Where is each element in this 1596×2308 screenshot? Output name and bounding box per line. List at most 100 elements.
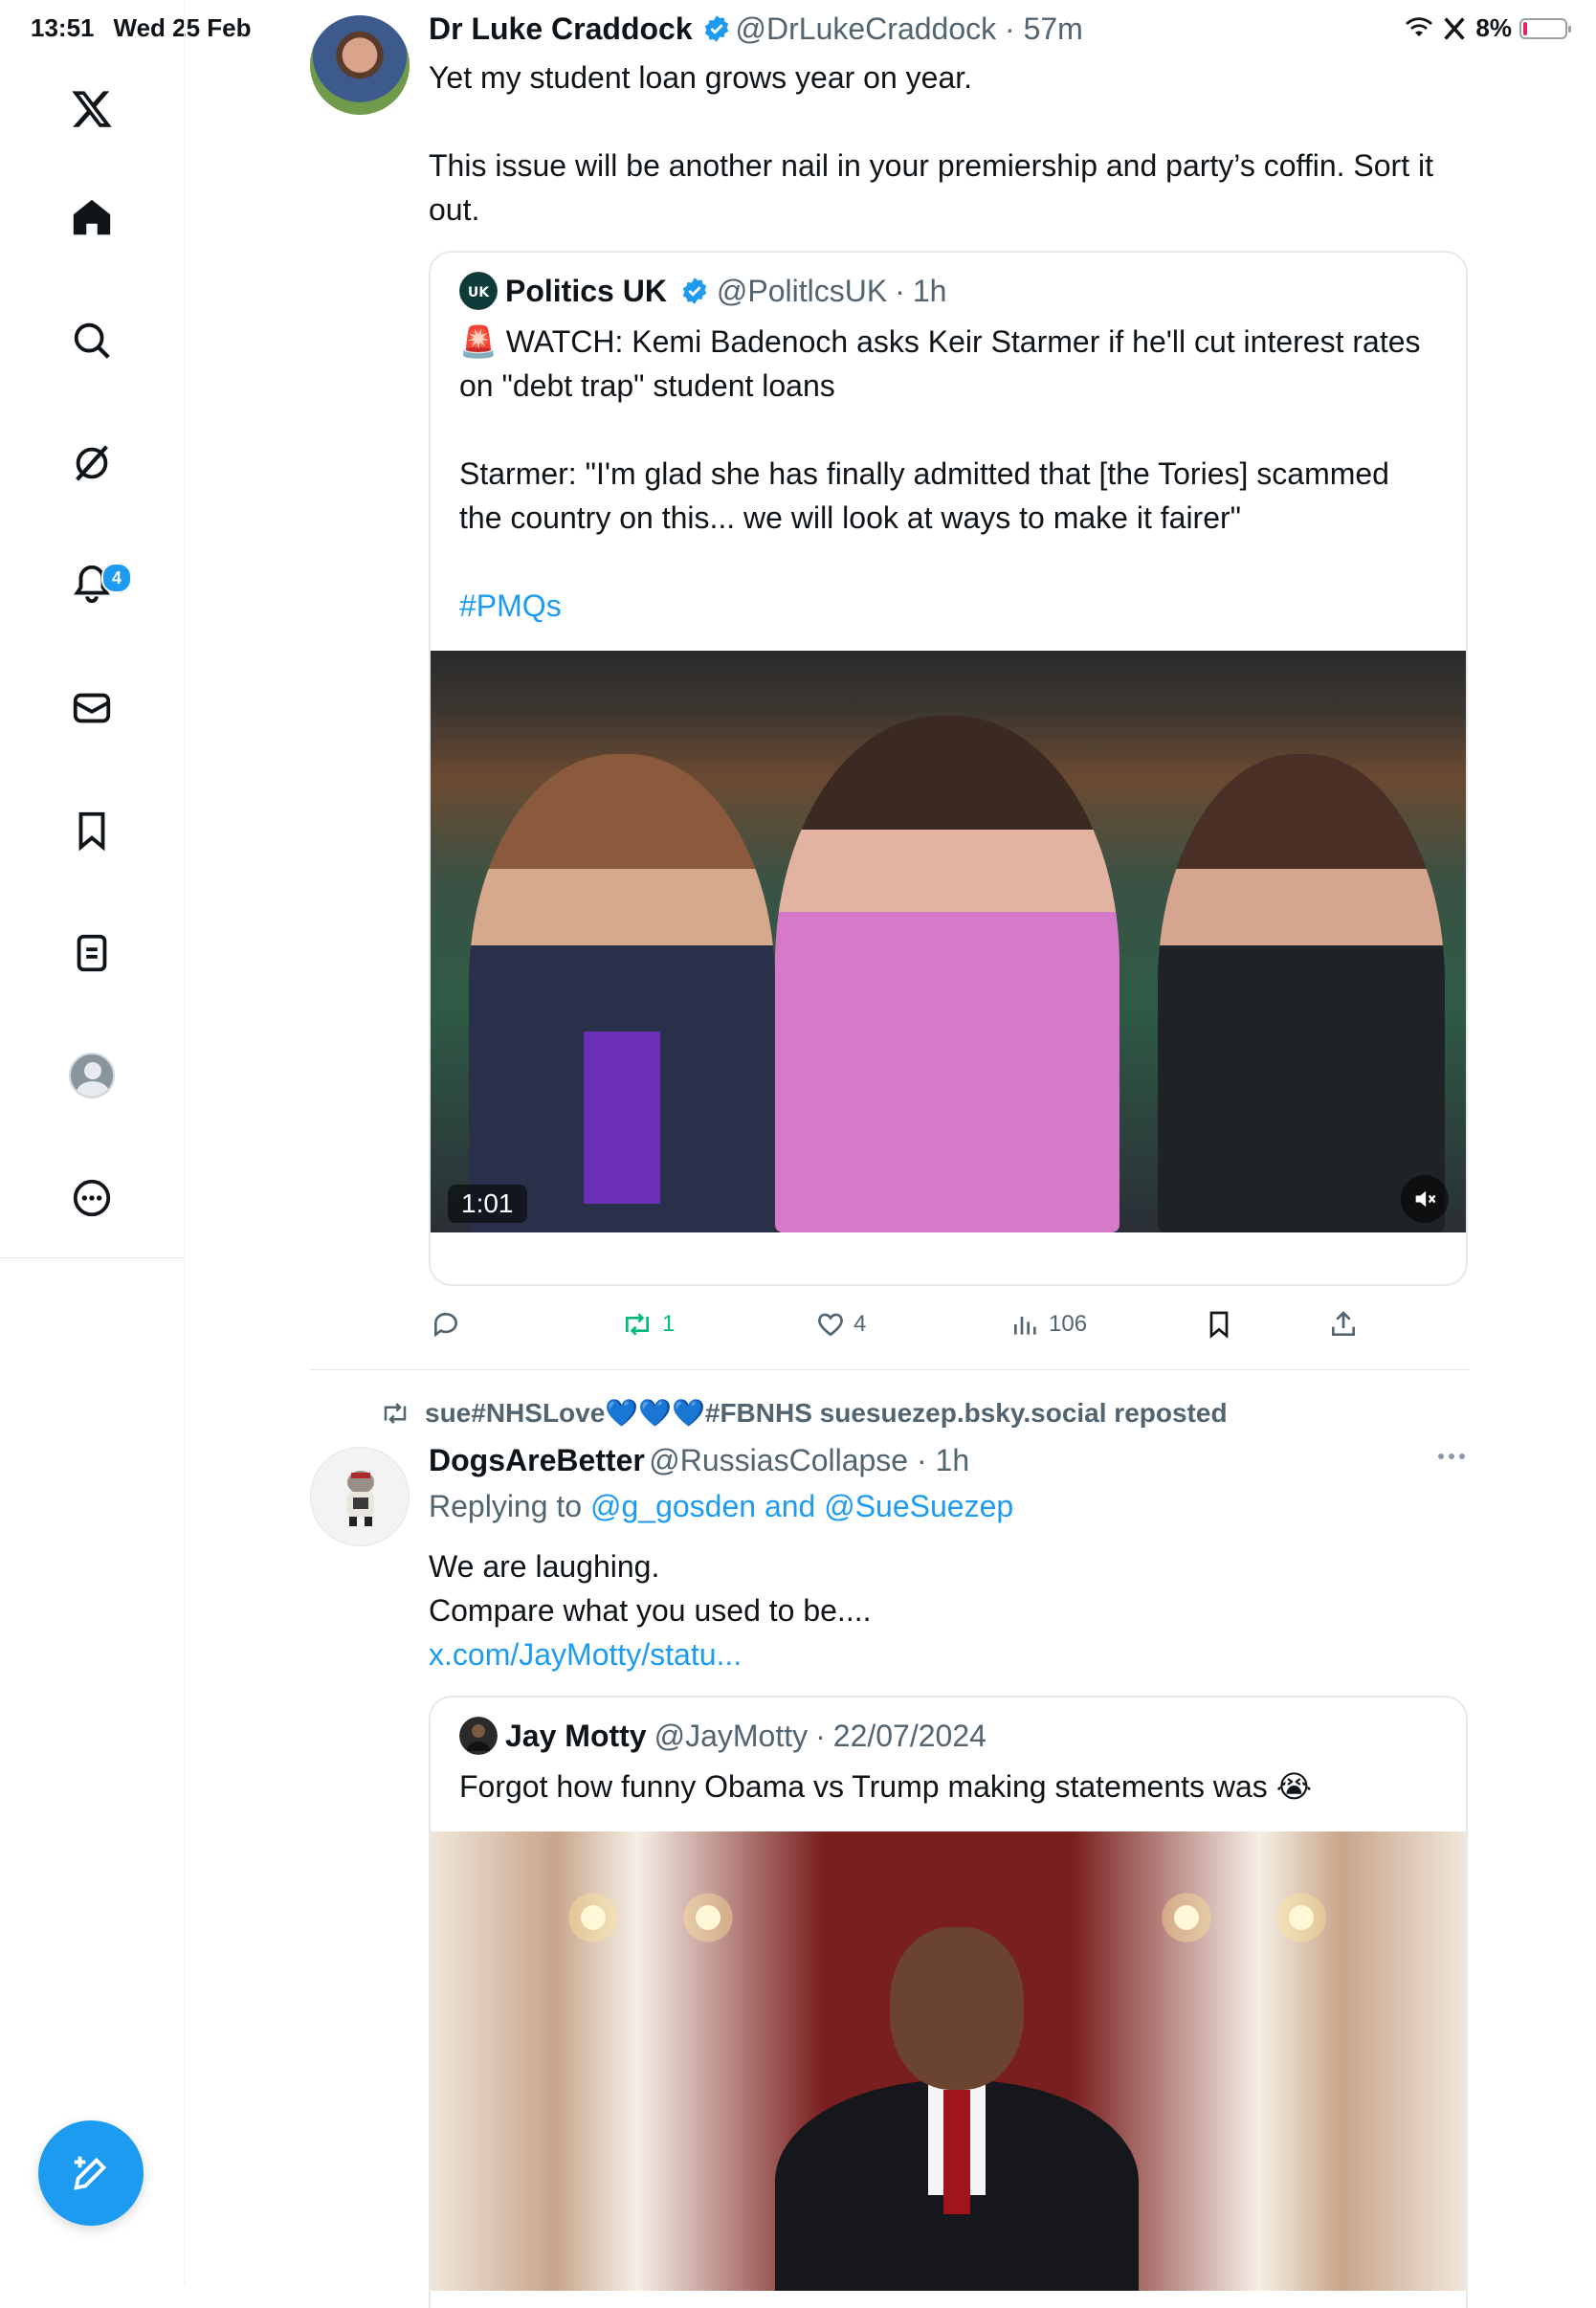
mute-button[interactable] (1401, 1175, 1449, 1223)
siren-emoji: 🚨 (459, 324, 498, 359)
quoted-tweet-card[interactable]: UK Politics UK @PolitlcsUK · 1h 🚨 WATCH: K… (429, 251, 1468, 1286)
x-logo-icon[interactable] (63, 80, 121, 138)
video-player[interactable] (431, 1831, 1466, 2291)
tweet-divider (310, 1369, 1470, 1370)
bookmark-icon (1209, 1311, 1229, 1339)
author-avatar[interactable] (310, 1447, 410, 1546)
share-button[interactable] (1328, 1309, 1359, 1340)
lamp-light (1273, 1889, 1330, 1946)
compose-icon (74, 2156, 107, 2190)
profile-icon[interactable] (63, 1047, 121, 1104)
more-icon[interactable] (63, 1169, 121, 1227)
quoted-author-handle: @PolitlcsUK (716, 273, 888, 308)
replying-to-handles[interactable]: @g_gosden and @SueSuezep (590, 1489, 1013, 1523)
battery-icon (1519, 17, 1571, 39)
grok-svg (76, 445, 108, 481)
quoted-author-name: Politics UK (505, 273, 667, 308)
video-frame-person (1158, 754, 1445, 1232)
verified-badge-icon (704, 15, 729, 42)
dog-avatar-icon (347, 1471, 374, 1526)
envelope-svg (73, 693, 111, 723)
lamp-light (565, 1889, 622, 1946)
author-handle[interactable]: @RussiasCollapse (649, 1443, 908, 1477)
lamp-light (1158, 1889, 1215, 1946)
more-options-button[interactable] (1435, 1447, 1470, 1471)
hashtag-link[interactable]: #PMQs (431, 540, 1466, 628)
x-app-status-icon (1444, 16, 1466, 40)
lamp-light (679, 1889, 737, 1946)
views-icon (1014, 1317, 1036, 1335)
tweet-text: Yet my student loan grows year on year. … (429, 60, 1433, 227)
repost-indicator[interactable]: sue#NHSLove💙💙💙#FBNHS suesuezep.bsky.soci… (379, 1397, 1228, 1429)
heart-icon (818, 1313, 843, 1337)
list-svg (77, 934, 107, 972)
author-avatar[interactable] (310, 15, 410, 115)
video-frame-person (775, 716, 1119, 1232)
bookmark-svg (78, 811, 105, 852)
views-button[interactable]: 106 (1010, 1309, 1087, 1340)
view-count: 106 (1049, 1311, 1088, 1337)
tweet-header: Dr Luke Craddock @DrLukeCraddock · 57m (429, 11, 1083, 47)
video-player[interactable]: 1:01 (431, 651, 1466, 1232)
notification-badge: 4 (101, 563, 132, 593)
quoted-tweet-text: Forgot how funny Obama vs Trump making s… (459, 1769, 1313, 1804)
repost-icon (384, 1402, 407, 1424)
quoted-tweet-body: WATCH: Kemi Badenoch asks Keir Starmer i… (459, 324, 1421, 535)
repost-icon (626, 1313, 649, 1336)
tweet-time[interactable]: 1h (936, 1443, 970, 1477)
sidebar-divider (0, 1257, 184, 1258)
dot-separator: · (996, 11, 1024, 46)
sidebar-nav: 4 (0, 0, 185, 2285)
video-frame-person (775, 1889, 1139, 2291)
grok-icon[interactable] (63, 434, 121, 492)
lists-icon[interactable] (63, 924, 121, 982)
like-button[interactable]: 4 (815, 1309, 866, 1340)
home-icon[interactable] (63, 189, 121, 247)
dot-separator: · (815, 1718, 826, 1753)
dot-separator: · (908, 1443, 936, 1477)
battery-percent: 8% (1475, 13, 1512, 42)
more-svg (73, 1179, 111, 1217)
quoted-tweet-card[interactable]: Jay Motty @JayMotty · 22/07/2024 Forgot ho… (429, 1696, 1468, 2308)
search-svg (74, 322, 110, 359)
politics-uk-avatar: UK (459, 272, 498, 310)
repost-button[interactable]: 1 (620, 1309, 675, 1340)
replying-to-label: Replying to (429, 1489, 590, 1523)
dot-separator: · (895, 273, 905, 308)
author-name[interactable]: DogsAreBetter (429, 1443, 645, 1477)
author-handle[interactable]: @DrLukeCraddock (736, 11, 997, 46)
bookmark-button[interactable] (1204, 1309, 1234, 1340)
verified-badge-icon (682, 277, 707, 304)
video-duration: 1:01 (448, 1185, 527, 1223)
home-svg (73, 199, 111, 235)
wifi-icon (1406, 16, 1433, 36)
x-logo-svg (72, 91, 112, 127)
tweet-time[interactable]: 57m (1024, 11, 1083, 46)
muted-speaker-icon (1415, 1190, 1436, 1208)
reposted-by-text: sue#NHSLove💙💙💙#FBNHS suesuezep.bsky.soci… (425, 1398, 1228, 1428)
repost-count: 1 (662, 1311, 676, 1337)
quoted-author-name: Jay Motty (505, 1718, 647, 1753)
quoted-tweet-time: 22/07/2024 (832, 1718, 986, 1753)
more-horizontal-icon (1438, 1454, 1465, 1459)
tweet-text: We are laughing. Compare what you used t… (429, 1549, 872, 1628)
reply-icon (433, 1312, 457, 1338)
messages-icon[interactable] (63, 679, 121, 737)
video-frame-person (469, 754, 775, 1232)
quoted-author-handle: @JayMotty (654, 1718, 809, 1753)
quoted-tweet-header: Jay Motty @JayMotty · 22/07/2024 (431, 1698, 1466, 1755)
profile-avatar (69, 1053, 115, 1099)
replying-to: Replying to @g_gosden and @SueSuezep (429, 1489, 1013, 1524)
share-icon (1332, 1311, 1355, 1336)
tweet-link[interactable]: x.com/JayMotty/statu... (429, 1632, 742, 1676)
tweet-action-bar: 1 4 106 (429, 1303, 1468, 1345)
quoted-tweet-time: 1h (912, 273, 947, 308)
search-icon[interactable] (63, 312, 121, 369)
reply-button[interactable] (431, 1309, 469, 1340)
status-bar-right: 8% (1405, 13, 1571, 43)
bookmarks-icon[interactable] (63, 802, 121, 859)
quoted-tweet-header: UK Politics UK @PolitlcsUK · 1h (431, 253, 1466, 310)
author-name[interactable]: Dr Luke Craddock (429, 11, 693, 46)
notifications-icon[interactable]: 4 (63, 555, 132, 612)
compose-button[interactable] (38, 2120, 144, 2226)
